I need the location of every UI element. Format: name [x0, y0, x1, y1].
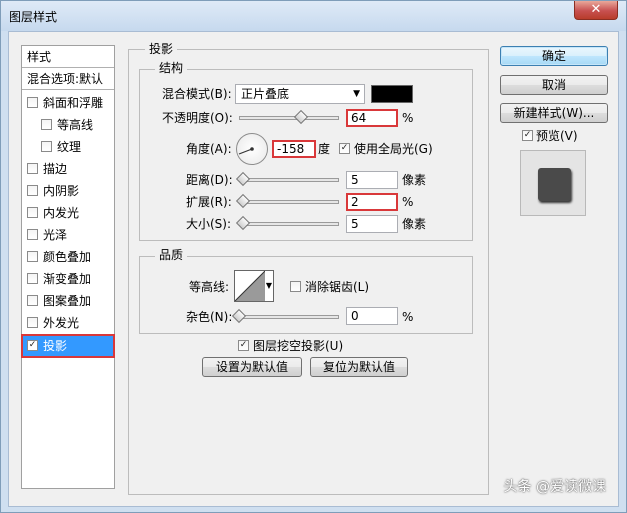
noise-input[interactable]: 0 — [346, 307, 398, 325]
styles-header[interactable]: 样式 — [22, 46, 114, 68]
blend-mode-select[interactable]: 正片叠底 ▼ — [235, 84, 365, 104]
style-item-gradient-overlay[interactable]: 渐变叠加 — [22, 268, 114, 290]
stroke-checkbox[interactable] — [27, 163, 38, 174]
spread-input[interactable]: 2 — [346, 193, 398, 211]
style-item-label: 渐变叠加 — [43, 272, 92, 286]
size-input[interactable]: 5 — [346, 215, 398, 233]
opacity-input[interactable]: 64 — [346, 109, 398, 127]
inner-glow-checkbox[interactable] — [27, 207, 38, 218]
contour-checkbox[interactable] — [41, 119, 52, 130]
texture-checkbox[interactable] — [41, 141, 52, 152]
window-title: 图层样式 — [9, 10, 58, 24]
style-item-label: 投影 — [43, 339, 68, 353]
style-item-texture[interactable]: 纹理 — [22, 136, 114, 158]
style-item-contour[interactable]: 等高线 — [22, 114, 114, 136]
chevron-down-icon[interactable]: ▼ — [266, 281, 272, 290]
style-item-label: 内阴影 — [43, 184, 80, 198]
blend-mode-value: 正片叠底 — [241, 87, 290, 101]
size-slider[interactable] — [239, 222, 339, 226]
angle-input[interactable]: -158 — [272, 140, 316, 158]
spread-label: 扩展(R): — [186, 195, 232, 209]
distance-label: 距离(D): — [186, 173, 233, 187]
satin-checkbox[interactable] — [27, 229, 38, 240]
contour-linear-icon — [235, 271, 265, 301]
style-item-label: 等高线 — [57, 118, 94, 132]
global-light-label: 使用全局光(G) — [354, 142, 433, 156]
color-overlay-checkbox[interactable] — [27, 251, 38, 262]
style-preview-thumbnail — [520, 150, 586, 216]
angle-label: 角度(A): — [186, 142, 232, 156]
opacity-slider[interactable] — [239, 116, 339, 120]
drop-shadow-checkbox[interactable]: ✓ — [27, 340, 38, 351]
style-item-label: 外发光 — [43, 316, 80, 330]
preview-checkbox[interactable]: ✓ — [522, 130, 533, 141]
size-label: 大小(S): — [186, 217, 232, 231]
style-item-satin[interactable]: 光泽 — [22, 224, 114, 246]
style-item-label: 纹理 — [57, 140, 82, 154]
style-item-drop-shadow[interactable]: ✓ 投影 — [21, 334, 115, 358]
gradient-overlay-checkbox[interactable] — [27, 273, 38, 284]
distance-input[interactable]: 5 — [346, 171, 398, 189]
spread-unit: % — [402, 195, 414, 209]
structure-title: 结构 — [155, 61, 188, 75]
opacity-unit: % — [402, 111, 414, 125]
preview-square — [538, 168, 571, 201]
contour-picker[interactable]: ▼ — [234, 270, 274, 302]
title-bar[interactable]: 图层样式 ✕ — [1, 1, 626, 31]
spread-slider[interactable] — [239, 200, 339, 204]
style-item-color-overlay[interactable]: 颜色叠加 — [22, 246, 114, 268]
bevel-emboss-checkbox[interactable] — [27, 97, 38, 108]
chevron-down-icon: ▼ — [353, 89, 360, 99]
styles-header-label: 样式 — [27, 50, 52, 64]
shadow-color-swatch[interactable] — [371, 85, 413, 103]
cancel-button[interactable]: 取消 — [500, 75, 608, 95]
inner-shadow-checkbox[interactable] — [27, 185, 38, 196]
new-style-button[interactable]: 新建样式(W)... — [500, 103, 608, 123]
anti-alias-checkbox[interactable] — [290, 281, 301, 292]
preview-label: 预览(V) — [536, 129, 578, 143]
close-button[interactable]: ✕ — [574, 1, 618, 20]
blending-options-label: 混合选项:默认 — [27, 72, 104, 86]
opacity-label: 不透明度(O): — [162, 111, 233, 125]
quality-title: 品质 — [155, 248, 188, 262]
global-light-checkbox[interactable]: ✓ — [339, 143, 350, 154]
angle-dial[interactable] — [236, 133, 268, 165]
style-item-inner-shadow[interactable]: 内阴影 — [22, 180, 114, 202]
blend-mode-label: 混合模式(B): — [162, 87, 232, 101]
styles-list: 样式 混合选项:默认 斜面和浮雕 等高线 纹理 描边 内阴影 内发光 光泽 颜色… — [21, 45, 115, 489]
distance-slider[interactable] — [239, 178, 339, 182]
noise-slider[interactable] — [235, 315, 339, 319]
size-unit: 像素 — [402, 217, 427, 231]
style-item-pattern-overlay[interactable]: 图案叠加 — [22, 290, 114, 312]
angle-unit: 度 — [318, 142, 331, 156]
noise-label: 杂色(N): — [186, 310, 233, 324]
style-item-stroke[interactable]: 描边 — [22, 158, 114, 180]
drop-shadow-title: 投影 — [145, 42, 178, 56]
style-item-label: 图案叠加 — [43, 294, 92, 308]
style-item-label: 光泽 — [43, 228, 68, 242]
style-item-outer-glow[interactable]: 外发光 — [22, 312, 114, 334]
layer-style-dialog: 图层样式 ✕ 样式 混合选项:默认 斜面和浮雕 等高线 纹理 描边 内阴影 内发… — [0, 0, 627, 513]
noise-unit: % — [402, 310, 414, 324]
style-item-inner-glow[interactable]: 内发光 — [22, 202, 114, 224]
knockout-checkbox[interactable]: ✓ — [238, 340, 249, 351]
contour-label: 等高线: — [189, 280, 230, 294]
reset-default-button[interactable]: 复位为默认值 — [310, 357, 408, 377]
watermark-text: 头条 @爱读微课 — [503, 479, 606, 495]
dialog-client: 样式 混合选项:默认 斜面和浮雕 等高线 纹理 描边 内阴影 内发光 光泽 颜色… — [8, 31, 619, 507]
make-default-button[interactable]: 设置为默认值 — [202, 357, 302, 377]
style-item-label: 内发光 — [43, 206, 80, 220]
blending-options-item[interactable]: 混合选项:默认 — [22, 68, 114, 90]
knockout-label: 图层挖空投影(U) — [253, 339, 344, 353]
style-item-label: 颜色叠加 — [43, 250, 92, 264]
outer-glow-checkbox[interactable] — [27, 317, 38, 328]
pattern-overlay-checkbox[interactable] — [27, 295, 38, 306]
style-item-label: 描边 — [43, 162, 68, 176]
ok-button[interactable]: 确定 — [500, 46, 608, 66]
style-item-bevel-emboss[interactable]: 斜面和浮雕 — [22, 92, 114, 114]
style-item-label: 斜面和浮雕 — [43, 96, 104, 110]
distance-unit: 像素 — [402, 173, 427, 187]
angle-dial-needle-icon — [238, 147, 254, 155]
anti-alias-label: 消除锯齿(L) — [305, 280, 370, 294]
